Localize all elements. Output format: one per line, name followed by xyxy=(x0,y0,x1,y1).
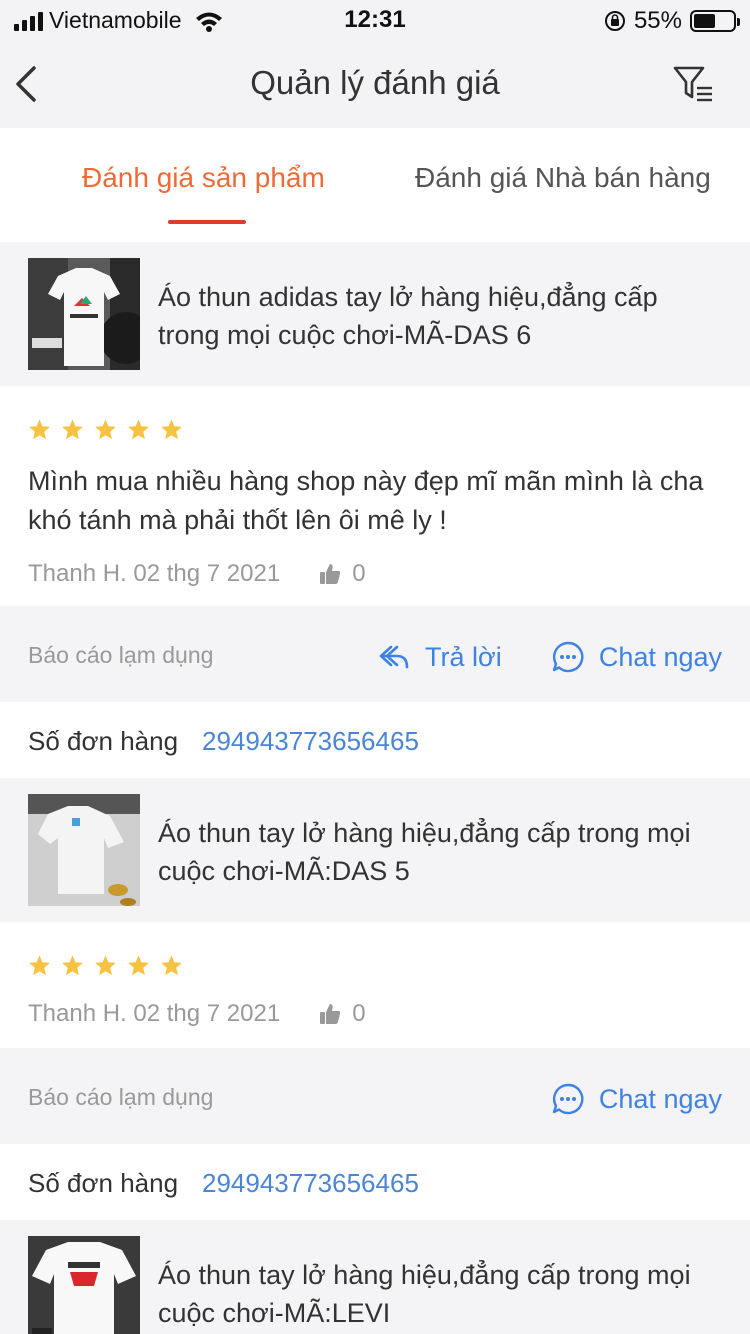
order-row: Số đơn hàng 294943773656465 xyxy=(0,1144,750,1220)
chat-now-label: Chat ngay xyxy=(598,1083,722,1114)
review-meta: Thanh H. 02 thg 7 2021 0 xyxy=(28,1000,366,1028)
order-number-link[interactable]: 294943773656465 xyxy=(202,726,419,757)
review-card: Thanh H. 02 thg 7 2021 0 xyxy=(0,922,750,1048)
product-thumbnail xyxy=(28,1236,140,1334)
product-card[interactable]: Áo thun tay lở hàng hiệu,đẳng cấp trong … xyxy=(0,1220,750,1334)
page-title: Quản lý đánh giá xyxy=(250,64,500,101)
reply-button[interactable]: Trả lời xyxy=(377,640,502,674)
active-tab-indicator xyxy=(168,220,246,224)
review-author-date: Thanh H. 02 thg 7 2021 xyxy=(28,560,281,587)
orientation-lock-icon xyxy=(604,11,625,31)
review-card: Mình mua nhiều hàng shop này đẹp mĩ mãn … xyxy=(0,386,750,606)
review-actions: Báo cáo lạm dụng Trả lời Chat ngay xyxy=(0,606,750,702)
tab-bar: Đánh giá sản phẩm Đánh giá Nhà bán hàng xyxy=(0,128,750,242)
like-count: 0 xyxy=(352,560,366,587)
battery-percent: 55% xyxy=(633,7,682,34)
like-count: 0 xyxy=(352,1000,366,1027)
thumbs-up-icon[interactable] xyxy=(318,1002,342,1026)
filter-icon[interactable] xyxy=(672,64,716,104)
star-icon xyxy=(29,419,50,440)
report-abuse-link[interactable]: Báo cáo lạm dụng xyxy=(28,1084,213,1111)
star-icon xyxy=(161,419,182,440)
chat-bubble-icon xyxy=(552,641,584,673)
thumbs-up-icon[interactable] xyxy=(318,562,342,586)
order-number-label: Số đơn hàng xyxy=(28,1168,179,1198)
star-icon xyxy=(95,955,116,976)
star-icon xyxy=(62,955,83,976)
status-bar: Vietnamobile 12:31 55% xyxy=(0,0,750,40)
review-author-date: Thanh H. 02 thg 7 2021 xyxy=(28,1000,281,1027)
star-icon xyxy=(161,955,182,976)
product-name: Áo thun tay lở hàng hiệu,đẳng cấp trong … xyxy=(158,818,691,886)
order-row: Số đơn hàng 294943773656465 xyxy=(0,702,750,778)
reply-label: Trả lời xyxy=(425,641,502,672)
review-text: Mình mua nhiều hàng shop này đẹp mĩ mãn … xyxy=(28,466,704,535)
chat-now-button[interactable]: Chat ngay xyxy=(551,1082,722,1116)
product-name: Áo thun tay lở hàng hiệu,đẳng cấp trong … xyxy=(158,1260,691,1328)
product-card[interactable]: Áo thun tay lở hàng hiệu,đẳng cấp trong … xyxy=(0,778,750,922)
tab-seller-reviews[interactable]: Đánh giá Nhà bán hàng xyxy=(415,162,711,194)
product-thumbnail xyxy=(28,794,140,906)
star-icon xyxy=(128,955,149,976)
star-icon xyxy=(95,419,116,440)
review-meta: Thanh H. 02 thg 7 2021 0 xyxy=(28,560,366,588)
product-name: Áo thun adidas tay lở hàng hiệu,đẳng cấp… xyxy=(158,282,658,350)
star-icon xyxy=(128,419,149,440)
chat-now-label: Chat ngay xyxy=(598,641,722,672)
reply-icon xyxy=(379,645,409,669)
star-icon xyxy=(29,955,50,976)
rating-stars xyxy=(28,954,183,977)
review-actions: Báo cáo lạm dụng Chat ngay xyxy=(0,1048,750,1144)
chat-now-button[interactable]: Chat ngay xyxy=(551,640,722,674)
product-thumbnail xyxy=(28,258,140,370)
order-number-label: Số đơn hàng xyxy=(28,726,179,756)
order-number-link[interactable]: 294943773656465 xyxy=(202,1168,419,1199)
report-abuse-link[interactable]: Báo cáo lạm dụng xyxy=(28,642,213,669)
tab-product-reviews[interactable]: Đánh giá sản phẩm xyxy=(82,162,325,194)
chat-bubble-icon xyxy=(552,1083,584,1115)
rating-stars xyxy=(28,418,183,441)
product-card[interactable]: Áo thun adidas tay lở hàng hiệu,đẳng cấp… xyxy=(0,242,750,386)
navigation-bar: Quản lý đánh giá xyxy=(0,40,750,128)
star-icon xyxy=(62,419,83,440)
battery-icon xyxy=(690,10,740,32)
